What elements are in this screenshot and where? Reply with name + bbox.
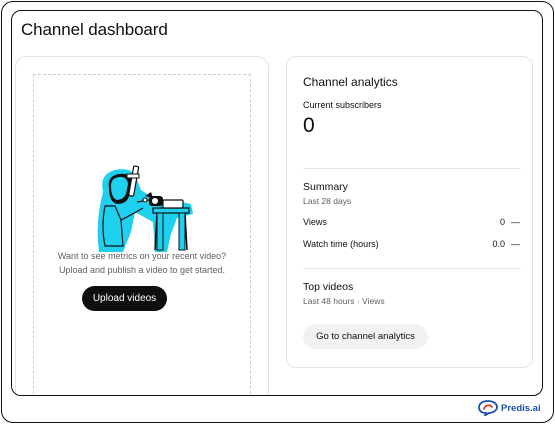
channel-analytics-card: Channel analytics Current subscribers 0 … <box>286 56 533 368</box>
upload-prompt-line1: Want to see metrics on your recent video… <box>57 251 227 261</box>
upload-card: Want to see metrics on your recent video… <box>15 56 269 395</box>
divider <box>303 268 521 269</box>
top-videos-period: Last 48 hours · Views <box>303 296 385 306</box>
person-with-camera-illustration <box>97 165 193 252</box>
channel-analytics-title: Channel analytics <box>303 75 398 89</box>
watch-time-value: 0.0 <box>492 239 505 249</box>
top-videos-title: Top videos <box>303 281 354 293</box>
views-label: Views <box>303 217 327 227</box>
channel-dashboard-window: Channel dashboard Want to see metrics on… <box>11 10 543 396</box>
watch-time-label: Watch time (hours) <box>303 239 379 249</box>
views-change: — <box>511 217 520 227</box>
divider <box>303 168 521 169</box>
upload-prompt-line2: Upload and publish a video to get starte… <box>58 265 226 275</box>
upload-dropzone <box>33 74 251 395</box>
watch-time-change: — <box>511 239 520 249</box>
subscriber-count: 0 <box>303 114 315 137</box>
brand-name: Predis.ai <box>501 402 541 414</box>
go-to-channel-analytics-button[interactable]: Go to channel analytics <box>303 324 428 349</box>
summary-title: Summary <box>303 181 348 193</box>
predis-brand: Predis.ai <box>478 399 541 417</box>
upload-videos-button[interactable]: Upload videos <box>82 286 167 311</box>
summary-period: Last 28 days <box>303 196 352 206</box>
current-subscribers-label: Current subscribers <box>303 100 382 110</box>
predis-logo-icon <box>478 400 498 416</box>
views-value: 0 <box>499 217 505 227</box>
page-title: Channel dashboard <box>21 20 168 39</box>
